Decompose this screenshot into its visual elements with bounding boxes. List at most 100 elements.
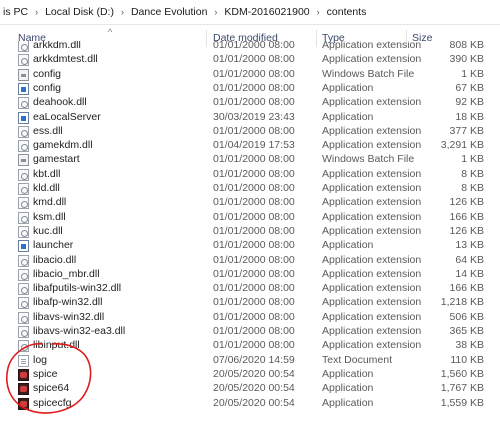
dll-icon bbox=[18, 283, 29, 296]
file-size: 92 KB bbox=[455, 96, 484, 109]
file-size: 64 KB bbox=[455, 253, 484, 266]
file-date-modified: 01/04/2019 17:53 bbox=[213, 139, 295, 152]
dll-icon bbox=[18, 168, 29, 181]
file-type: Application extension bbox=[322, 267, 422, 280]
file-row[interactable]: libacio.dll 01/01/2000 08:00 Application e… bbox=[0, 254, 500, 268]
file-row[interactable]: ksm.dll 01/01/2000 08:00 Application exten… bbox=[0, 211, 500, 225]
chevron-right-icon[interactable]: › bbox=[210, 7, 221, 17]
chevron-right-icon[interactable]: › bbox=[31, 7, 42, 17]
file-row[interactable]: libavs-win32.dll 01/01/2000 08:00 Applicat… bbox=[0, 311, 500, 325]
file-row[interactable]: kbt.dll 01/01/2000 08:00 Application exten… bbox=[0, 168, 500, 182]
breadcrumb-item[interactable]: is PC bbox=[0, 6, 31, 18]
breadcrumb-item[interactable]: Dance Evolution bbox=[128, 6, 210, 18]
file-row[interactable]: arkkdmtest.dll 01/01/2000 08:00 Applicatio… bbox=[0, 53, 500, 67]
file-date-modified: 01/01/2000 08:00 bbox=[213, 153, 295, 166]
dll-icon bbox=[18, 140, 29, 153]
file-name: libavs-win32.dll bbox=[33, 310, 105, 323]
application-icon bbox=[18, 82, 29, 95]
chevron-right-icon[interactable]: › bbox=[313, 7, 324, 17]
file-type: Application extension bbox=[322, 339, 422, 352]
file-row[interactable]: arkkdm.dll 01/01/2000 08:00 Application ex… bbox=[0, 41, 500, 53]
file-name: kmd.dll bbox=[33, 196, 67, 209]
file-date-modified: 01/01/2000 08:00 bbox=[213, 210, 295, 223]
spice-icon bbox=[18, 368, 29, 381]
file-date-modified: 01/01/2000 08:00 bbox=[213, 310, 295, 323]
file-row[interactable]: kld.dll 01/01/2000 08:00 Application exten… bbox=[0, 182, 500, 196]
breadcrumb-item[interactable]: KDM-2016021900 bbox=[221, 6, 312, 18]
file-date-modified: 01/01/2000 08:00 bbox=[213, 339, 295, 352]
file-list: arkkdm.dll 01/01/2000 08:00 Application ex… bbox=[0, 41, 500, 423]
file-date-modified: 07/06/2020 14:59 bbox=[213, 353, 295, 366]
chevron-right-icon[interactable]: › bbox=[117, 7, 128, 17]
file-name: spice bbox=[33, 367, 58, 380]
breadcrumb-item[interactable]: Local Disk (D:) bbox=[42, 6, 117, 18]
file-row[interactable]: libafp-win32.dll 01/01/2000 08:00 Applicat… bbox=[0, 296, 500, 310]
file-size: 8 KB bbox=[461, 182, 484, 194]
file-row[interactable]: kmd.dll 01/01/2000 08:00 Application exten… bbox=[0, 196, 500, 210]
file-row[interactable]: kuc.dll 01/01/2000 08:00 Application exten… bbox=[0, 225, 500, 239]
file-name: libacio_mbr.dll bbox=[33, 267, 100, 280]
batch-file-icon bbox=[18, 154, 29, 167]
file-type: Application extension bbox=[322, 196, 422, 209]
file-type: Text Document bbox=[322, 353, 393, 366]
file-size: 13 KB bbox=[455, 239, 484, 252]
spice-icon bbox=[18, 383, 29, 396]
file-row[interactable]: spicecfg 20/05/2020 00:54 Application 1,559… bbox=[0, 397, 500, 411]
file-size: 1,767 KB bbox=[440, 382, 484, 395]
dll-icon bbox=[18, 268, 29, 281]
file-size: 506 KB bbox=[449, 310, 484, 323]
file-row[interactable]: gamekdm.dll 01/04/2019 17:53 Application e… bbox=[0, 139, 500, 153]
file-row[interactable]: libavs-win32-ea3.dll 01/01/2000 08:00 Appl… bbox=[0, 325, 500, 339]
batch-file-icon bbox=[18, 68, 29, 81]
file-type: Application bbox=[322, 110, 374, 123]
file-row[interactable]: log 07/06/2020 14:59 Text Document 110 KB bbox=[0, 354, 500, 368]
file-type: Application extension bbox=[322, 41, 422, 51]
file-date-modified: 01/01/2000 08:00 bbox=[213, 81, 295, 94]
file-name: config bbox=[33, 81, 62, 94]
file-name: kbt.dll bbox=[33, 167, 61, 180]
file-date-modified: 01/01/2000 08:00 bbox=[213, 41, 295, 51]
file-name: eaLocalServer bbox=[33, 110, 101, 123]
dll-icon bbox=[18, 254, 29, 267]
dll-icon bbox=[18, 340, 29, 353]
dll-icon bbox=[18, 183, 29, 195]
file-size: 808 KB bbox=[449, 41, 484, 51]
file-row[interactable]: libacio_mbr.dll 01/01/2000 08:00 Applicati… bbox=[0, 268, 500, 282]
file-row[interactable]: launcher 01/01/2000 08:00 Application 13 KB bbox=[0, 239, 500, 253]
application-icon bbox=[18, 240, 29, 253]
file-row[interactable]: ess.dll 01/01/2000 08:00 Application exten… bbox=[0, 125, 500, 139]
file-type: Application extension bbox=[322, 124, 422, 137]
dll-icon bbox=[18, 125, 29, 138]
file-type: Application extension bbox=[322, 310, 422, 323]
file-row[interactable]: spice 20/05/2020 00:54 Application 1,560 KB bbox=[0, 368, 500, 382]
breadcrumb: is PC › Local Disk (D:) › Dance Evolution › KD… bbox=[0, 0, 500, 25]
file-row[interactable]: libinput.dll 01/01/2000 08:00 Application … bbox=[0, 339, 500, 353]
file-name: launcher bbox=[33, 239, 74, 252]
file-name: spicecfg bbox=[33, 396, 72, 409]
application-icon bbox=[18, 111, 29, 124]
file-row[interactable]: eaLocalServer 30/03/2019 23:43 Application… bbox=[0, 111, 500, 125]
file-row[interactable]: config 01/01/2000 08:00 Application 67 KB bbox=[0, 82, 500, 96]
spice-icon bbox=[18, 397, 29, 410]
file-type: Application extension bbox=[322, 325, 422, 337]
file-date-modified: 01/01/2000 08:00 bbox=[213, 253, 295, 266]
breadcrumb-item[interactable]: contents bbox=[324, 6, 370, 18]
file-type: Application bbox=[322, 396, 374, 409]
file-row[interactable]: spice64 20/05/2020 00:54 Application 1,767 … bbox=[0, 382, 500, 396]
file-row[interactable]: libafputils-win32.dll 01/01/2000 08:00 App… bbox=[0, 282, 500, 296]
file-date-modified: 01/01/2000 08:00 bbox=[213, 267, 295, 280]
file-size: 365 KB bbox=[449, 325, 484, 337]
file-size: 390 KB bbox=[449, 53, 484, 66]
dll-icon bbox=[18, 211, 29, 224]
file-date-modified: 01/01/2000 08:00 bbox=[213, 224, 295, 237]
file-row[interactable]: gamestart 01/01/2000 08:00 Windows Batch F… bbox=[0, 153, 500, 167]
file-size: 18 KB bbox=[455, 110, 484, 123]
file-row[interactable]: deahook.dll 01/01/2000 08:00 Application e… bbox=[0, 96, 500, 110]
file-size: 67 KB bbox=[455, 81, 484, 94]
dll-icon bbox=[18, 197, 29, 210]
file-type: Application extension bbox=[322, 182, 422, 194]
file-type: Application extension bbox=[322, 224, 422, 237]
file-date-modified: 30/03/2019 23:43 bbox=[213, 110, 295, 123]
file-name: libinput.dll bbox=[33, 339, 80, 352]
file-row[interactable]: config 01/01/2000 08:00 Windows Batch File… bbox=[0, 68, 500, 82]
